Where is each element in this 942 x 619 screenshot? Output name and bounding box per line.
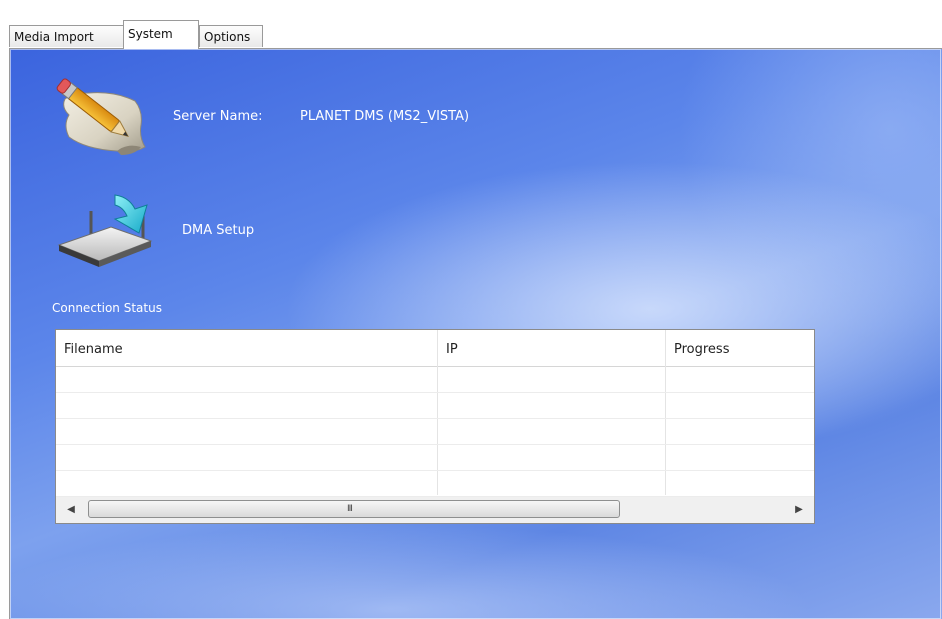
scroll-right-icon[interactable]: ▶	[790, 501, 808, 519]
table-header: Filename IP Progress	[56, 330, 814, 367]
table-row[interactable]	[56, 393, 814, 419]
tab-label: Options	[204, 30, 251, 44]
connection-table[interactable]: Filename IP Progress ◀ III ▶	[55, 329, 815, 524]
connection-status-title: Connection Status	[52, 301, 162, 315]
tab-options[interactable]: Options	[199, 25, 263, 47]
column-header-filename[interactable]: Filename	[56, 330, 438, 366]
column-header-ip[interactable]: IP	[438, 330, 666, 366]
tab-label: System	[128, 27, 173, 41]
tab-label: Media Import	[14, 30, 94, 44]
scroll-thumb[interactable]: III	[88, 500, 620, 518]
table-row[interactable]	[56, 367, 814, 393]
table-row[interactable]	[56, 445, 814, 471]
server-name-label: Server Name:	[173, 109, 263, 124]
dma-setup-label[interactable]: DMA Setup	[182, 223, 254, 238]
router-download-icon[interactable]	[55, 189, 165, 274]
system-panel: Server Name: PLANET DMS (MS2_VISTA) DMA	[9, 48, 942, 619]
tab-media-import[interactable]: Media Import	[9, 25, 124, 47]
horizontal-scrollbar[interactable]: ◀ III ▶	[56, 497, 814, 523]
edit-pencil-icon[interactable]	[55, 77, 155, 162]
table-row[interactable]	[56, 419, 814, 445]
scroll-left-icon[interactable]: ◀	[62, 501, 80, 519]
table-row[interactable]	[56, 471, 814, 497]
scroll-grip: III	[347, 504, 353, 514]
column-header-progress[interactable]: Progress	[666, 330, 814, 366]
tab-system[interactable]: System	[123, 20, 199, 49]
server-name-value: PLANET DMS (MS2_VISTA)	[300, 109, 470, 124]
